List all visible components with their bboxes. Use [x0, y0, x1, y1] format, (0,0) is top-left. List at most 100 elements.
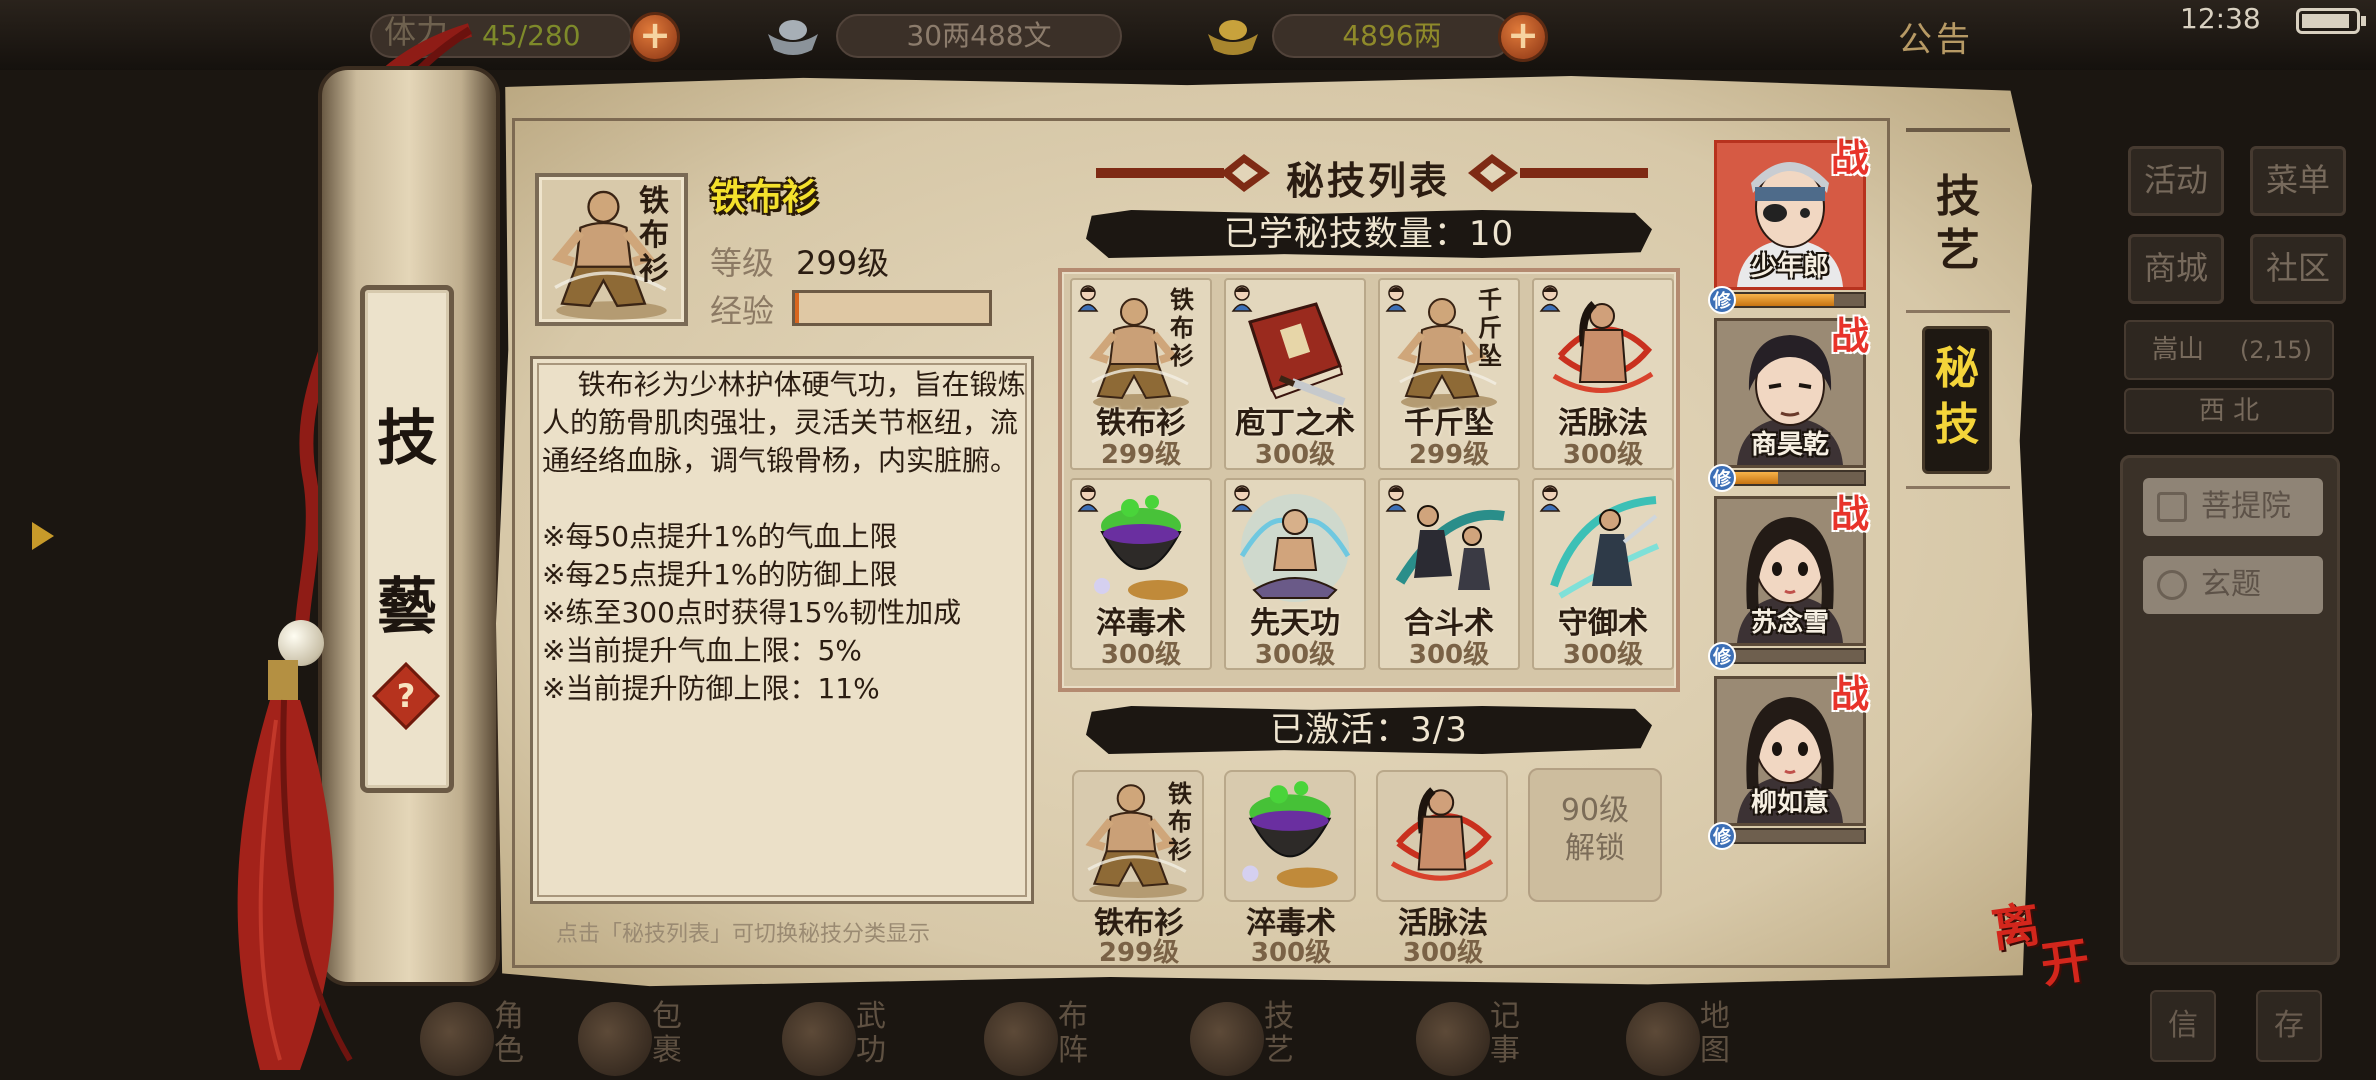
map-icon	[1626, 1002, 1700, 1076]
cultivation-bar	[1714, 292, 1866, 308]
footer-hint: 点击「秘技列表」可切换秘技分类显示	[556, 922, 931, 947]
cultivation-bar	[1714, 470, 1866, 486]
learned-count-banner: 已学秘技数量：10	[1086, 210, 1652, 258]
skill-cell[interactable]: 先天功 300级	[1224, 478, 1366, 670]
owner-avatar-icon	[1230, 284, 1254, 312]
active-skill-art	[1242, 781, 1338, 888]
tab-crafts[interactable]: 技 艺	[1920, 170, 1996, 278]
active-count-text: 已激活：3/3	[1270, 710, 1468, 750]
battle-tag-icon: 战	[1830, 313, 1869, 358]
community-button[interactable]: 社区	[2250, 234, 2346, 304]
silver-display: 30两488文	[836, 14, 1122, 58]
scroll-label-bottom: 藝	[377, 572, 437, 642]
skill-cell[interactable]: 合斗术 300级	[1378, 478, 1520, 670]
skill-level: 300级	[1254, 440, 1336, 470]
tab-secret-label-bottom: 技	[1935, 399, 1979, 450]
nav-label: 技艺	[1264, 999, 1294, 1068]
selected-skill-icon: 铁布衫	[535, 173, 688, 326]
cultivation-tag-icon: 修	[1708, 464, 1736, 492]
active-skill-level: 300级	[1402, 938, 1484, 968]
place-label: 菩提院	[2201, 489, 2291, 524]
activity-button[interactable]: 活动	[2128, 146, 2224, 216]
side-tab-divider	[1906, 486, 2010, 489]
active-skill-level: 299级	[1098, 938, 1180, 968]
active-skill-slot[interactable]: 铁布衫	[1072, 770, 1204, 902]
gold-value: 4896两	[1342, 19, 1442, 52]
skill-art-calligraphy: 铁布衫	[1170, 285, 1194, 370]
skill-cell[interactable]: 千斤坠 千斤坠 299级	[1378, 278, 1520, 470]
add-gold-button[interactable]: +	[1498, 12, 1548, 62]
add-stamina-button[interactable]: +	[630, 12, 680, 62]
leave-button[interactable]: 离 开	[1988, 893, 2113, 1017]
nav-label: 武功	[856, 999, 886, 1068]
storage-button[interactable]: 存	[2256, 990, 2322, 1062]
character-name: 柳如意	[1750, 788, 1829, 818]
battle-tag-icon: 战	[1830, 491, 1869, 536]
skill-cell[interactable]: 守御术 300级	[1532, 478, 1674, 670]
nav-formation[interactable]: 布阵	[984, 1000, 1134, 1080]
silver-value: 30两488文	[906, 19, 1052, 52]
character-icon	[420, 1002, 494, 1076]
locked-level-text: 90级	[1560, 793, 1630, 828]
active-skill-level: 300级	[1250, 938, 1332, 968]
nav-label: 布阵	[1058, 999, 1088, 1068]
place-button-xuanti[interactable]: 玄题	[2143, 556, 2323, 614]
shop-button[interactable]: 商城	[2128, 234, 2224, 304]
active-skill-slot[interactable]	[1224, 770, 1356, 902]
stamina-value: 45/280	[482, 19, 581, 52]
active-skill-slot[interactable]	[1376, 770, 1508, 902]
bagua-icon	[984, 1002, 1058, 1076]
skill-cell[interactable]: 庖丁之术 300级	[1224, 278, 1366, 470]
leave-label-2: 开	[2037, 932, 2093, 995]
character-name: 商昊乾	[1750, 430, 1829, 460]
active-skill-calligraphy: 铁布衫	[1168, 779, 1192, 864]
journal-icon	[1416, 1002, 1490, 1076]
places-panel: 菩提院 玄题	[2120, 455, 2340, 965]
nav-martial-arts[interactable]: 武功	[782, 1000, 932, 1080]
expand-left-arrow-icon[interactable]	[22, 516, 62, 556]
location-name: 嵩山	[2152, 335, 2205, 365]
direction-display: 西 北	[2124, 388, 2334, 434]
active-skill-art	[1390, 787, 1494, 881]
active-count-banner: 已激活：3/3	[1086, 706, 1652, 754]
owner-avatar-icon	[1538, 484, 1562, 512]
locked-skill-slot[interactable]: 90级 解锁	[1528, 768, 1662, 902]
tab-crafts-label-top: 技	[1936, 171, 1980, 222]
tab-secret-skills[interactable]: 秘 技	[1922, 326, 1992, 474]
nav-journal[interactable]: 记事	[1416, 1000, 1566, 1080]
nav-character[interactable]: 角色	[420, 1000, 570, 1080]
menu-button[interactable]: 菜单	[2250, 146, 2346, 216]
skill-level: 299级	[1100, 440, 1182, 470]
nav-label: 包裹	[652, 999, 682, 1068]
leave-label-1: 离	[1988, 896, 2044, 959]
nav-bag[interactable]: 包裹	[578, 1000, 728, 1080]
nav-label: 角色	[494, 999, 524, 1068]
temple-icon	[2157, 492, 2187, 522]
skill-cell[interactable]: 铁布衫 铁布衫 299级	[1070, 278, 1212, 470]
skills-icon	[1190, 1002, 1264, 1076]
red-tassel-decoration	[237, 660, 353, 1070]
skill-cell[interactable]: 淬毒术 300级	[1070, 478, 1212, 670]
direction-text: 西 北	[2198, 396, 2260, 426]
cultivation-tag-icon: 修	[1708, 286, 1736, 314]
owner-avatar-icon	[1538, 284, 1562, 312]
skill-list-title-button[interactable]: 秘技列表	[1094, 150, 1642, 205]
cultivation-bar	[1714, 648, 1866, 664]
books-icon	[782, 1002, 856, 1076]
bag-icon	[578, 1002, 652, 1076]
owner-avatar-icon	[1384, 284, 1408, 312]
skill-cell[interactable]: 活脉法 300级	[1532, 278, 1674, 470]
owner-avatar-icon	[1076, 284, 1100, 312]
learned-count-text: 已学秘技数量：10	[1223, 214, 1515, 254]
battle-tag-icon: 战	[1830, 671, 1869, 716]
mail-button[interactable]: 信	[2150, 990, 2216, 1062]
skill-icon-calligraphy: 铁布衫	[639, 184, 669, 287]
announcement-button[interactable]: 公告	[1898, 12, 1974, 61]
battery-level-fill	[2302, 14, 2349, 28]
skill-level: 300级	[1562, 640, 1644, 670]
location-display[interactable]: 嵩山 (2,15)	[2124, 320, 2334, 380]
nav-map[interactable]: 地图	[1626, 1000, 1776, 1080]
skill-grid: 铁布衫 铁布衫 299级 庖丁之术 300级 千斤坠 千斤坠 299级 活脉法 300级 淬毒术 30…	[1058, 268, 1680, 692]
nav-skills[interactable]: 技艺	[1190, 1000, 1340, 1080]
place-button-puti[interactable]: 菩提院	[2143, 478, 2323, 536]
